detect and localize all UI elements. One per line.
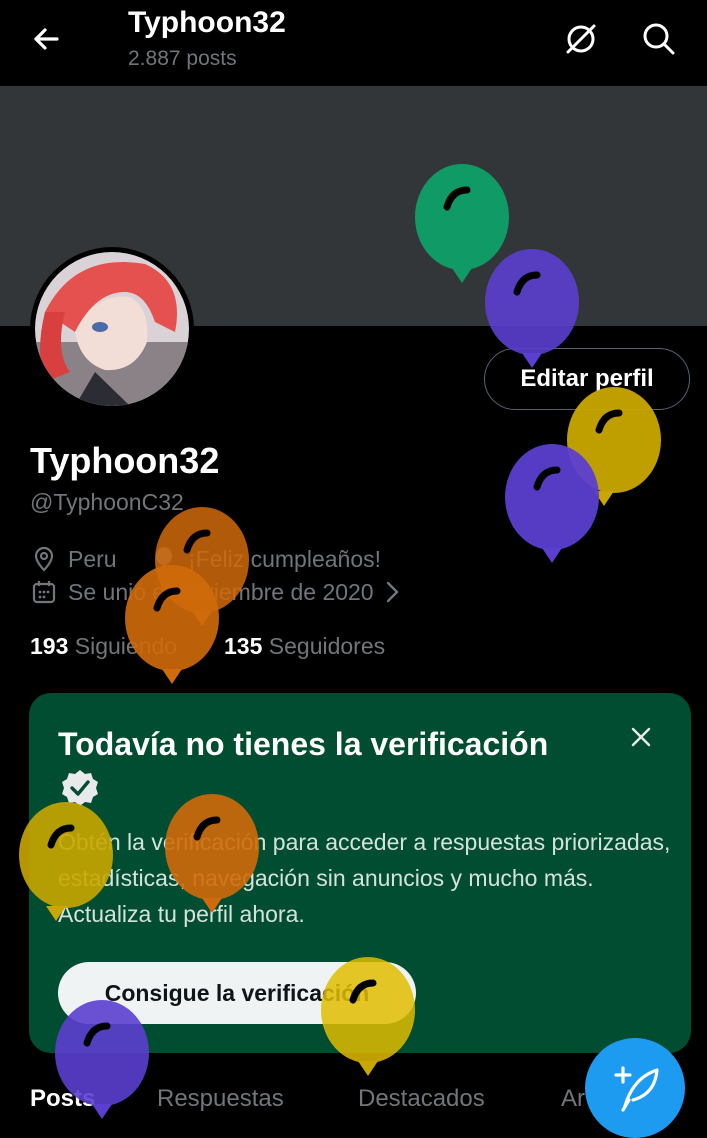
back-button[interactable] (26, 18, 68, 60)
tab-articles[interactable]: Ar (561, 1085, 585, 1113)
compose-post-icon (614, 1066, 659, 1112)
close-card-button[interactable] (626, 722, 656, 752)
ai-button[interactable] (560, 18, 602, 60)
tab-replies[interactable]: Respuestas (157, 1085, 284, 1113)
balloon-icon (321, 957, 415, 1076)
followers-label: Seguidores (268, 633, 386, 659)
location-text: Peru (68, 545, 117, 572)
location-icon (34, 546, 54, 572)
avatar-image (35, 252, 189, 406)
close-icon (631, 727, 651, 747)
calendar-icon (32, 581, 56, 604)
balloon-icon (505, 444, 599, 563)
ai-circle-icon (566, 24, 596, 54)
balloon-icon (55, 1000, 149, 1119)
balloon-icon (19, 802, 113, 921)
header-posts-count: 2.887 posts (128, 47, 237, 70)
balloon-icon (125, 565, 219, 684)
followers-link[interactable]: 135 Seguidores (224, 633, 385, 660)
verification-body: Obtén la verificación para acceder a res… (58, 829, 671, 927)
search-icon (643, 23, 675, 55)
followers-count: 135 (224, 633, 263, 659)
profile-name: Typhoon32 (30, 440, 220, 481)
header-title: Typhoon32 (128, 6, 286, 39)
chevron-right-icon (386, 581, 399, 603)
avatar[interactable] (35, 252, 189, 406)
balloon-icon (485, 249, 579, 368)
balloon-icon (165, 794, 259, 913)
following-count: 193 (30, 633, 69, 659)
location-row: Peru (30, 545, 117, 573)
verification-title: Todavía no tienes la verificación (58, 726, 549, 762)
search-button[interactable] (638, 18, 680, 60)
tab-highlights[interactable]: Destacados (358, 1085, 485, 1113)
compose-button[interactable] (585, 1038, 685, 1138)
back-arrow-icon (34, 28, 59, 50)
